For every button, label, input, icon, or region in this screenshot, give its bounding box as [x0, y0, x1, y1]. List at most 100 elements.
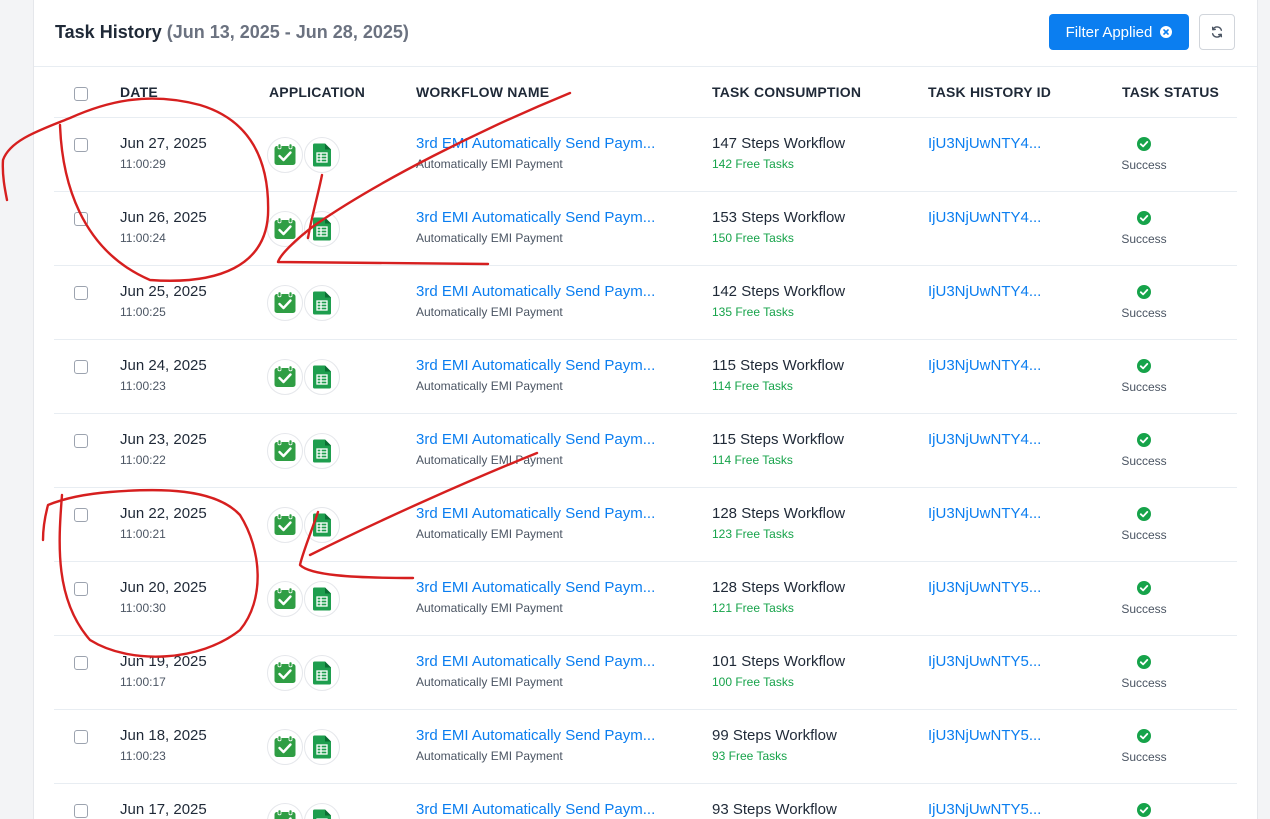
task-history-id-link[interactable]: IjU3NjUwNTY4... [928, 283, 1041, 300]
row-time: 11:00:30 [120, 601, 166, 615]
workflow-subtitle: Automatically EMI Payment [416, 675, 563, 689]
task-history-id-link[interactable]: IjU3NjUwNTY4... [928, 135, 1041, 152]
workflow-subtitle: Automatically EMI Payment [416, 453, 563, 467]
steps-count: 128 Steps Workflow [712, 505, 846, 522]
task-history-id-link[interactable]: IjU3NjUwNTY5... [928, 579, 1041, 596]
calendar-app-icon [267, 285, 303, 321]
success-check-icon [1137, 729, 1151, 743]
table-row[interactable]: Jun 22, 2025 11:00:21 3rd EMI Automaticall… [54, 488, 1237, 562]
date-range: (Jun 13, 2025 - Jun 28, 2025) [166, 22, 409, 42]
free-tasks: 100 Free Tasks [712, 675, 794, 689]
calendar-app-icon [267, 507, 303, 543]
google-sheets-icon [304, 507, 340, 543]
row-checkbox[interactable] [74, 212, 88, 226]
steps-count: 101 Steps Workflow [712, 653, 846, 670]
task-history-id-link[interactable]: IjU3NjUwNTY4... [928, 357, 1041, 374]
calendar-app-icon [267, 803, 303, 819]
row-time: 11:00:24 [120, 231, 166, 245]
workflow-name-link[interactable]: 3rd EMI Automatically Send Paym... [416, 579, 655, 596]
row-checkbox[interactable] [74, 804, 88, 818]
row-date: Jun 26, 2025 [120, 209, 207, 226]
workflow-name-link[interactable]: 3rd EMI Automatically Send Paym... [416, 431, 655, 448]
row-checkbox[interactable] [74, 582, 88, 596]
calendar-app-icon [267, 359, 303, 395]
calendar-app-icon [267, 581, 303, 617]
table-row[interactable]: Jun 23, 2025 11:00:22 3rd EMI Automaticall… [54, 414, 1237, 488]
table-row[interactable]: Jun 25, 2025 11:00:25 3rd EMI Automaticall… [54, 266, 1237, 340]
google-sheets-icon [304, 581, 340, 617]
free-tasks: 121 Free Tasks [712, 601, 794, 615]
task-history-id-link[interactable]: IjU3NjUwNTY4... [928, 209, 1041, 226]
row-time: 11:00:21 [120, 527, 166, 541]
status-label: Success [1121, 380, 1167, 394]
status-label: Success [1121, 454, 1167, 468]
task-history-id-link[interactable]: IjU3NjUwNTY5... [928, 727, 1041, 744]
status-label: Success [1121, 676, 1167, 690]
task-history-id-link[interactable]: IjU3NjUwNTY5... [928, 653, 1041, 670]
table-row[interactable]: Jun 17, 2025 3rd EMI Automatically Send P… [54, 784, 1237, 819]
page-title: Task History (Jun 13, 2025 - Jun 28, 202… [55, 22, 409, 43]
col-task-history-id: TASK HISTORY ID [928, 84, 1052, 100]
row-checkbox[interactable] [74, 286, 88, 300]
free-tasks: 135 Free Tasks [712, 305, 794, 319]
google-sheets-icon [304, 359, 340, 395]
select-all-checkbox[interactable] [74, 87, 88, 101]
refresh-button[interactable] [1199, 14, 1235, 50]
table-row[interactable]: Jun 19, 2025 11:00:17 3rd EMI Automaticall… [54, 636, 1237, 710]
status-label: Success [1121, 232, 1167, 246]
row-date: Jun 25, 2025 [120, 283, 207, 300]
success-check-icon [1137, 137, 1151, 151]
task-history-id-link[interactable]: IjU3NjUwNTY5... [928, 801, 1041, 818]
success-check-icon [1137, 433, 1151, 447]
table-row[interactable]: Jun 27, 2025 11:00:29 3rd EMI Automaticall… [54, 118, 1237, 192]
workflow-name-link[interactable]: 3rd EMI Automatically Send Paym... [416, 135, 655, 152]
status-label: Success [1121, 602, 1167, 616]
row-checkbox[interactable] [74, 508, 88, 522]
refresh-icon [1211, 26, 1223, 38]
title-text: Task History [55, 22, 162, 42]
row-date: Jun 24, 2025 [120, 357, 207, 374]
google-sheets-icon [304, 137, 340, 173]
row-date: Jun 27, 2025 [120, 135, 207, 152]
success-check-icon [1137, 359, 1151, 373]
steps-count: 153 Steps Workflow [712, 209, 846, 226]
calendar-app-icon [267, 211, 303, 247]
steps-count: 115 Steps Workflow [712, 357, 845, 374]
table-row[interactable]: Jun 20, 2025 11:00:30 3rd EMI Automaticall… [54, 562, 1237, 636]
row-checkbox[interactable] [74, 656, 88, 670]
col-task-consumption: TASK CONSUMPTION [712, 84, 862, 100]
workflow-name-link[interactable]: 3rd EMI Automatically Send Paym... [416, 653, 655, 670]
row-time: 11:00:23 [120, 749, 166, 763]
workflow-name-link[interactable]: 3rd EMI Automatically Send Paym... [416, 801, 655, 818]
workflow-name-link[interactable]: 3rd EMI Automatically Send Paym... [416, 505, 655, 522]
workflow-name-link[interactable]: 3rd EMI Automatically Send Paym... [416, 209, 655, 226]
workflow-subtitle: Automatically EMI Payment [416, 157, 563, 171]
workflow-subtitle: Automatically EMI Payment [416, 601, 563, 615]
col-application: APPLICATION [269, 84, 366, 100]
table-row[interactable]: Jun 26, 2025 11:00:24 3rd EMI Automaticall… [54, 192, 1237, 266]
row-checkbox[interactable] [74, 138, 88, 152]
col-workflow-name: WORKFLOW NAME [416, 84, 550, 100]
clear-filter-icon[interactable] [1160, 26, 1173, 38]
row-checkbox[interactable] [74, 434, 88, 448]
filter-applied-button[interactable]: Filter Applied [1049, 14, 1189, 50]
google-sheets-icon [304, 655, 340, 691]
workflow-name-link[interactable]: 3rd EMI Automatically Send Paym... [416, 727, 655, 744]
free-tasks: 93 Free Tasks [712, 749, 788, 763]
status-label: Success [1121, 158, 1167, 172]
row-date: Jun 22, 2025 [120, 505, 207, 522]
workflow-name-link[interactable]: 3rd EMI Automatically Send Paym... [416, 357, 655, 374]
calendar-app-icon [267, 729, 303, 765]
row-checkbox[interactable] [74, 730, 88, 744]
calendar-app-icon [267, 137, 303, 173]
steps-count: 142 Steps Workflow [712, 283, 846, 300]
task-history-id-link[interactable]: IjU3NjUwNTY4... [928, 431, 1041, 448]
table-row[interactable]: Jun 24, 2025 11:00:23 3rd EMI Automaticall… [54, 340, 1237, 414]
table-row[interactable]: Jun 18, 2025 11:00:23 3rd EMI Automaticall… [54, 710, 1237, 784]
task-history-id-link[interactable]: IjU3NjUwNTY4... [928, 505, 1041, 522]
google-sheets-icon [304, 729, 340, 765]
workflow-name-link[interactable]: 3rd EMI Automatically Send Paym... [416, 283, 655, 300]
row-date: Jun 23, 2025 [120, 431, 207, 448]
success-check-icon [1137, 285, 1151, 299]
row-checkbox[interactable] [74, 360, 88, 374]
